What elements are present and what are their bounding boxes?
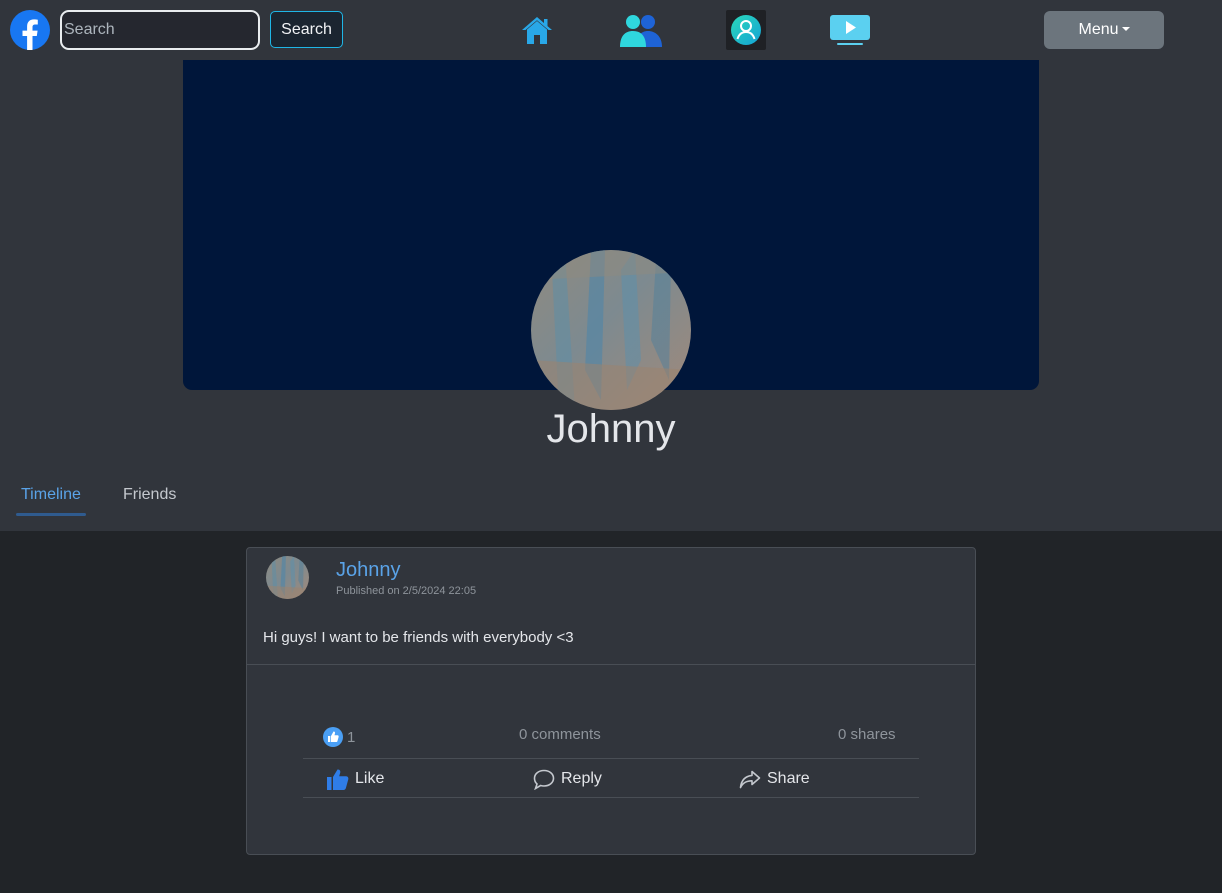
post-author-name[interactable]: Johnny [336, 559, 401, 582]
profile-header: Johnny Timeline Friends [0, 60, 1222, 531]
post-text: Hi guys! I want to be friends with every… [263, 629, 574, 646]
share-button[interactable]: Share [739, 766, 810, 792]
share-icon [739, 770, 761, 788]
friends-icon[interactable] [618, 10, 664, 50]
menu-label: Menu [1078, 21, 1119, 38]
comment-icon [533, 769, 555, 790]
post-timestamp: Published on 2/5/2024 22:05 [336, 585, 477, 597]
profile-icon[interactable] [726, 10, 766, 50]
comments-count[interactable]: 0 comments [519, 726, 601, 743]
thumbs-up-icon [327, 768, 349, 790]
actions-top-divider [303, 758, 919, 759]
post-card: Johnny Published on 2/5/2024 22:05 Hi gu… [246, 547, 976, 855]
caret-down-icon [1121, 27, 1130, 31]
tab-friends[interactable]: Friends [123, 486, 176, 504]
profile-avatar[interactable] [531, 250, 691, 410]
menu-dropdown-button[interactable]: Menu [1044, 11, 1164, 49]
active-tab-indicator [16, 513, 86, 516]
like-count[interactable]: 1 [347, 729, 355, 746]
like-button[interactable]: Like [327, 766, 384, 792]
reply-label: Reply [561, 770, 602, 787]
post-divider [247, 664, 975, 665]
actions-bottom-divider [303, 797, 919, 798]
post-author-avatar[interactable] [266, 556, 309, 599]
like-reaction-icon [323, 727, 343, 747]
like-label: Like [355, 770, 385, 787]
search-button[interactable]: Search [270, 11, 343, 48]
reply-button[interactable]: Reply [533, 766, 602, 792]
tab-timeline[interactable]: Timeline [21, 486, 81, 504]
share-label: Share [767, 770, 810, 787]
search-input[interactable] [60, 10, 260, 50]
top-navbar: Search Menu [0, 0, 1222, 60]
profile-name: Johnny [546, 407, 676, 451]
shares-count[interactable]: 0 shares [838, 726, 896, 743]
facebook-logo-icon[interactable] [10, 10, 50, 50]
watch-icon[interactable] [828, 10, 872, 50]
home-icon[interactable] [517, 10, 557, 50]
